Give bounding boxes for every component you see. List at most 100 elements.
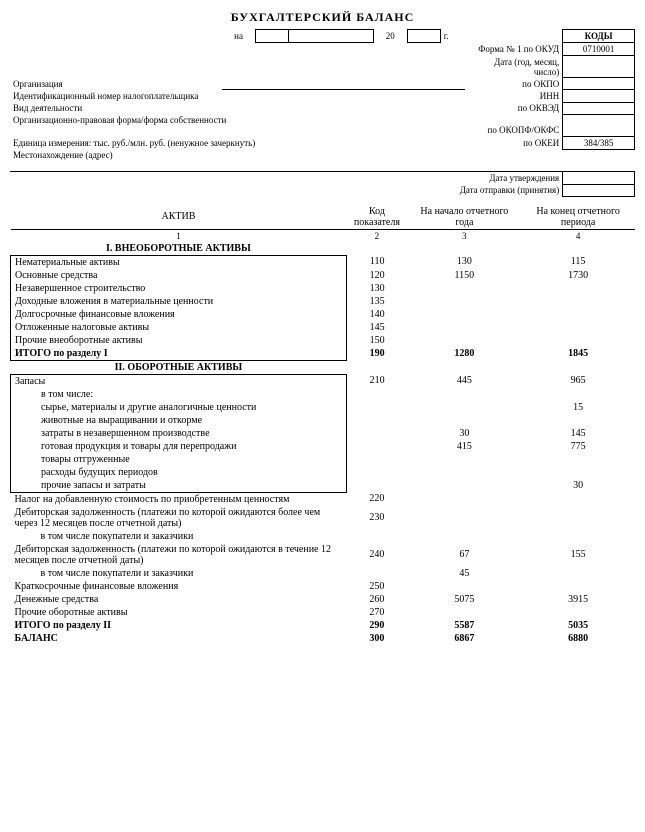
row-end: 30 — [521, 479, 635, 493]
row-code: 145 — [346, 321, 407, 334]
row-name: Дебиторская задолженность (платежи по ко… — [11, 543, 347, 567]
row-name: животные на выращивании и откорме — [11, 414, 347, 427]
table-row: Налог на добавленную стоимость по приобр… — [11, 492, 636, 506]
row-name: ИТОГО по разделу II — [11, 619, 347, 632]
approval-date[interactable] — [563, 172, 635, 185]
table-row: сырье, материалы и другие аналогичные це… — [11, 401, 636, 414]
row-code: 220 — [346, 492, 407, 506]
okei-label: по ОКЕИ — [465, 136, 563, 149]
row-end — [521, 567, 635, 580]
row-start: 445 — [408, 374, 522, 388]
row-start: 67 — [408, 543, 522, 567]
row-start — [408, 414, 522, 427]
date-year[interactable] — [407, 30, 440, 43]
okpo-code[interactable] — [563, 78, 635, 90]
row-start: 5587 — [408, 619, 522, 632]
row-start — [408, 388, 522, 401]
table-row: Основные средства12011501730 — [11, 269, 636, 282]
activity-value[interactable] — [222, 102, 465, 114]
row-start — [408, 321, 522, 334]
okopf-label: по ОКОПФ/ОКФС — [465, 114, 563, 136]
table-row: Запасы210445965 — [11, 374, 636, 388]
row-name: Дебиторская задолженность (платежи по ко… — [11, 506, 347, 530]
row-start: 1150 — [408, 269, 522, 282]
table-row: БАЛАНС30068676880 — [11, 632, 636, 645]
num1: 1 — [11, 229, 347, 242]
row-start: 6867 — [408, 632, 522, 645]
row-name: Основные средства — [11, 269, 347, 282]
row-start: 30 — [408, 427, 522, 440]
inn-code[interactable] — [563, 90, 635, 103]
row-end — [521, 606, 635, 619]
row-code: 110 — [346, 255, 407, 269]
table-row: ИТОГО по разделу I19012801845 — [11, 347, 636, 361]
col-asset: АКТИВ — [11, 205, 347, 230]
table-row: товары отгруженные — [11, 453, 636, 466]
row-name: БАЛАНС — [11, 632, 347, 645]
row-end — [521, 492, 635, 506]
row-end — [521, 530, 635, 543]
org-value[interactable] — [222, 78, 465, 90]
row-name: товары отгруженные — [11, 453, 347, 466]
document-title: БУХГАЛТЕРСКИЙ БАЛАНС — [10, 10, 635, 25]
row-end: 15 — [521, 401, 635, 414]
row-end — [521, 580, 635, 593]
table-row: Отложенные налоговые активы145 — [11, 321, 636, 334]
date-prefix: на — [222, 30, 256, 43]
row-start: 5075 — [408, 593, 522, 606]
date-day[interactable] — [256, 30, 289, 43]
row-start: 1280 — [408, 347, 522, 361]
row-code — [346, 567, 407, 580]
row-start — [408, 401, 522, 414]
row-end: 1730 — [521, 269, 635, 282]
row-name: в том числе покупатели и заказчики — [11, 530, 347, 543]
okved-label: по ОКВЭД — [465, 102, 563, 114]
row-end: 965 — [521, 374, 635, 388]
okpo-label: по ОКПО — [465, 78, 563, 90]
row-code: 250 — [346, 580, 407, 593]
form-value[interactable] — [10, 126, 465, 136]
table-row: прочие запасы и затраты 30 — [11, 479, 636, 493]
date-month[interactable] — [289, 30, 374, 43]
row-name: Доходные вложения в материальные ценност… — [11, 295, 347, 308]
col-code: Код показателя — [346, 205, 407, 230]
row-code: 260 — [346, 593, 407, 606]
okei-code: 384/385 — [563, 136, 635, 149]
row-code — [346, 401, 407, 414]
okopf-code[interactable] — [563, 114, 635, 136]
row-end: 5035 — [521, 619, 635, 632]
row-code: 190 — [346, 347, 407, 361]
row-name: Долгосрочные финансовые вложения — [11, 308, 347, 321]
row-code: 120 — [346, 269, 407, 282]
date-code[interactable] — [563, 56, 635, 78]
row-end: 145 — [521, 427, 635, 440]
table-row: Незавершенное строительство130 — [11, 282, 636, 295]
row-name: в том числе покупатели и заказчики — [11, 567, 347, 580]
okved-code[interactable] — [563, 102, 635, 114]
row-name: Краткосрочные финансовые вложения — [11, 580, 347, 593]
row-start — [408, 282, 522, 295]
row-start — [408, 530, 522, 543]
row-name: сырье, материалы и другие аналогичные це… — [11, 401, 347, 414]
num4: 4 — [521, 229, 635, 242]
sent-date[interactable] — [563, 184, 635, 196]
row-name: прочие запасы и затраты — [11, 479, 347, 493]
row-name: в том числе: — [11, 388, 347, 401]
row-end — [521, 466, 635, 479]
row-name: готовая продукция и товары для перепрода… — [11, 440, 347, 453]
section-heading: I. ВНЕОБОРОТНЫЕ АКТИВЫ — [11, 242, 636, 256]
table-row: Нематериальные активы110130115 — [11, 255, 636, 269]
unit-label: Единица измерения: тыс. руб./млн. руб. (… — [10, 136, 465, 149]
row-end: 155 — [521, 543, 635, 567]
table-row: затраты в незавершенном производстве3014… — [11, 427, 636, 440]
table-row: Дебиторская задолженность (платежи по ко… — [11, 506, 636, 530]
address-value[interactable] — [10, 161, 635, 172]
codes-header: КОДЫ — [563, 30, 635, 43]
row-start — [408, 295, 522, 308]
row-end — [521, 295, 635, 308]
approval-label: Дата утверждения — [440, 172, 562, 185]
org-label: Организация — [10, 78, 222, 90]
row-end: 1845 — [521, 347, 635, 361]
table-row: расходы будущих периодов — [11, 466, 636, 479]
row-end — [521, 388, 635, 401]
